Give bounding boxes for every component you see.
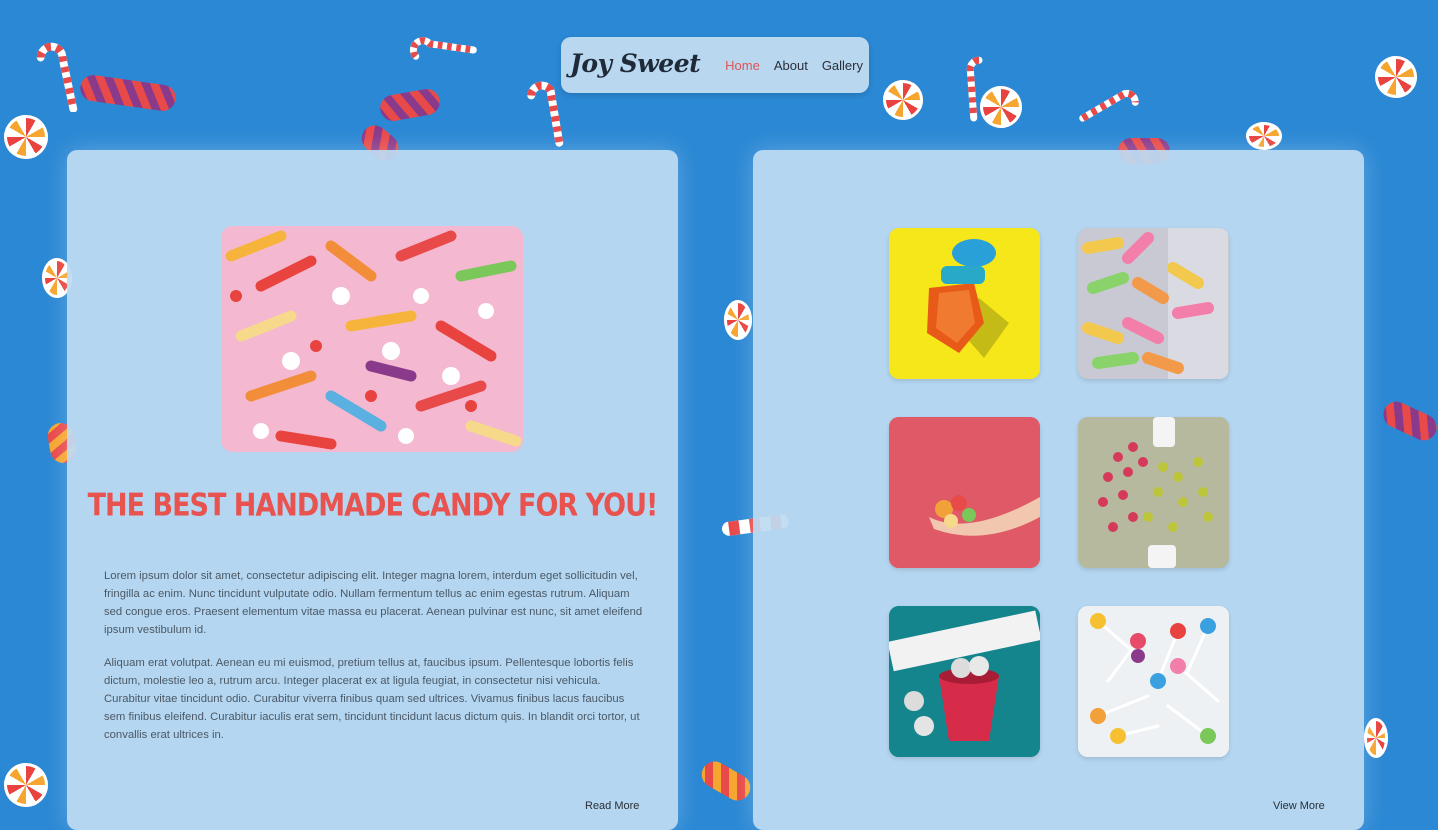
candy-cane-icon [409,37,477,60]
swirl-candy-icon [1364,718,1388,758]
swirl-candy-icon [883,80,923,120]
nav-about-link[interactable]: About [774,58,808,73]
swirl-candy-icon [4,763,48,807]
swirl-candy-icon [4,115,48,159]
gallery-image-ring-pop[interactable] [889,228,1040,379]
about-heading: The Best Handmade Candy For You! [87,487,659,524]
candy-hero-image [221,226,523,452]
wrapped-candy-icon [1379,397,1438,445]
swirl-candy-icon [1375,56,1417,98]
brand-logo[interactable]: Joy Sweet [570,49,701,78]
gallery-image-love-hearts[interactable] [889,606,1040,757]
about-panel: The Best Handmade Candy For You! Lorem i… [67,150,678,830]
candy-cane-icon [36,42,78,112]
wrapped-candy-icon [78,73,178,113]
nav-gallery-link[interactable]: Gallery [822,58,863,73]
nav-home-link[interactable]: Home [725,58,760,73]
top-navbar: Joy Sweet Home About Gallery [561,37,869,93]
gallery-image-gumdrops[interactable] [1078,417,1229,568]
gallery-image-hand-jellies[interactable] [889,417,1040,568]
swirl-candy-icon [1246,122,1282,150]
view-more-link[interactable]: View More [1273,800,1325,812]
nav-links: Home About Gallery [725,58,863,73]
gallery-image-lollipops[interactable] [1078,606,1229,757]
read-more-link[interactable]: Read More [585,800,639,812]
about-paragraph: Aliquam erat volutpat. Aenean eu mi euis… [104,657,640,741]
gallery-panel: View More [753,150,1364,830]
gallery-image-sour-gummies[interactable] [1078,228,1229,379]
swirl-candy-icon [724,300,752,340]
wrapped-candy-icon [696,756,756,806]
about-paragraph: Lorem ipsum dolor sit amet, consectetur … [104,570,643,636]
wrapped-candy-icon [378,86,442,124]
candy-cane-icon [1079,89,1139,122]
candy-cane-icon [966,56,983,122]
